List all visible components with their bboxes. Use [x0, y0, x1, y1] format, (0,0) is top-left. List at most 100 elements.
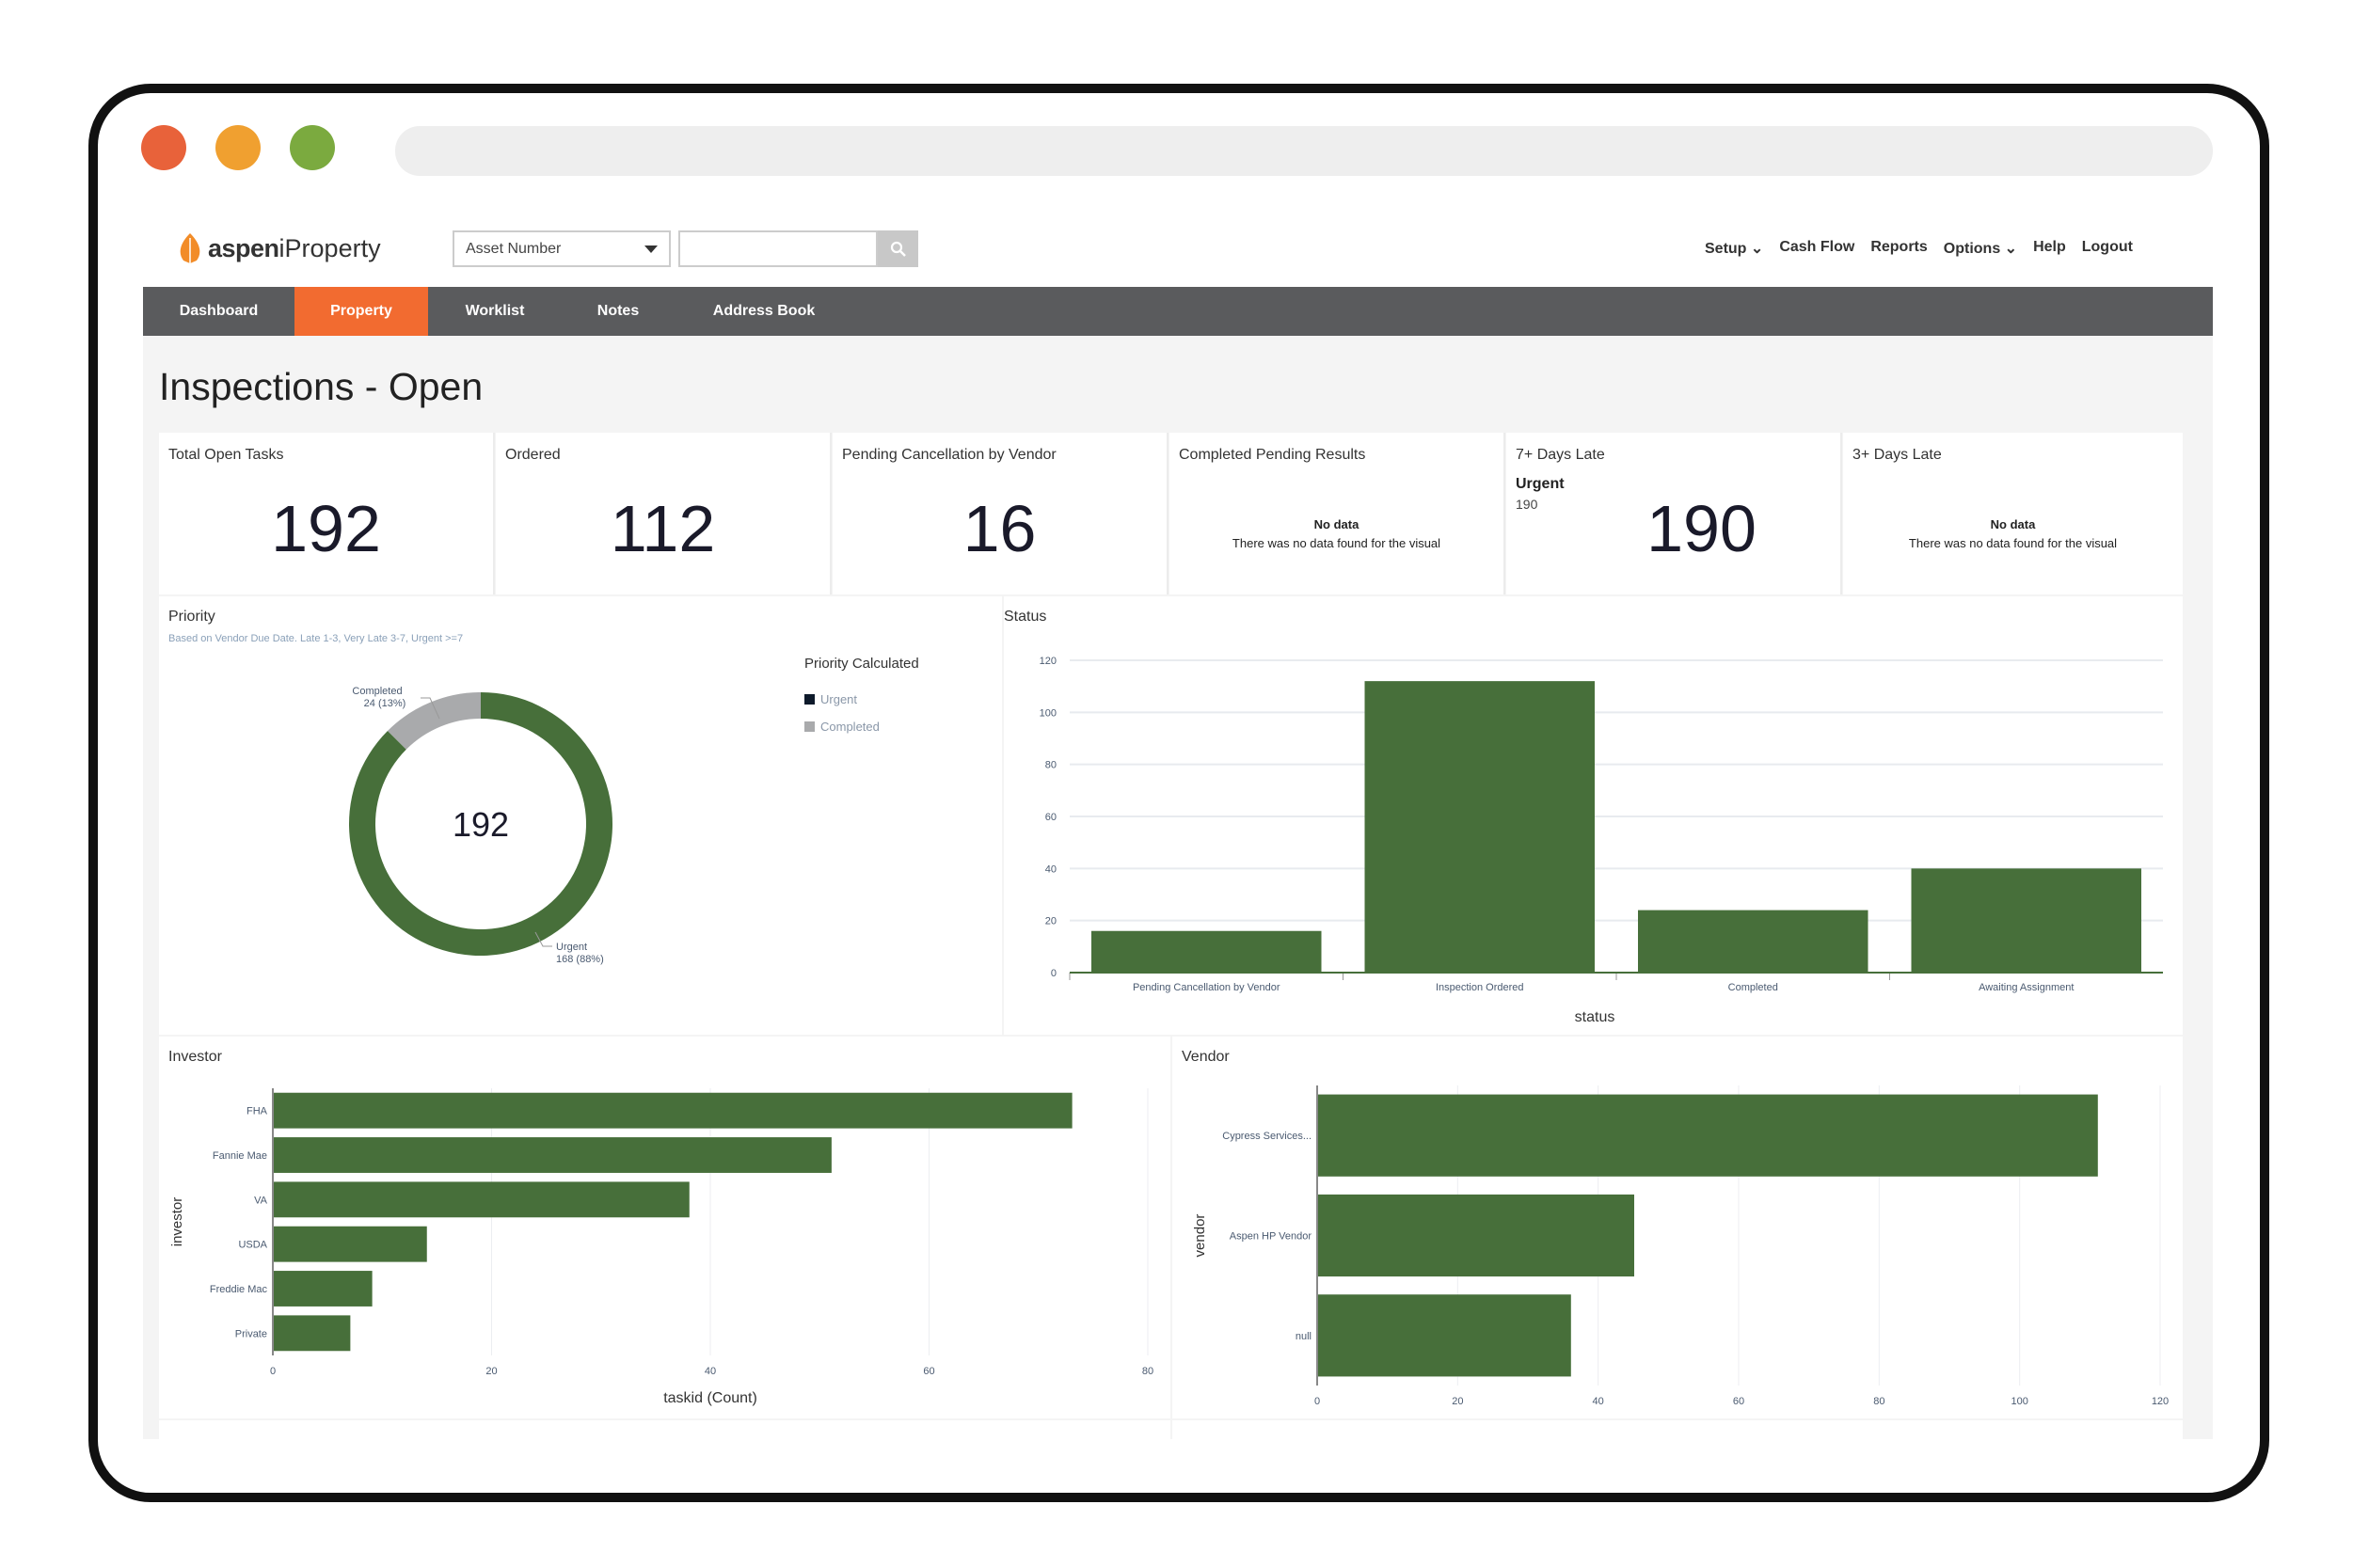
logo-text: iProperty [278, 233, 381, 262]
bar [1911, 868, 2141, 973]
slice-label-value: 168 (88%) [556, 954, 604, 965]
tab-property[interactable]: Property [294, 287, 428, 336]
bar [274, 1181, 690, 1218]
kpi-label: Ordered [505, 447, 561, 463]
nav-options[interactable]: Options ⌄ [1944, 239, 2017, 258]
next-panel-left [159, 1420, 1170, 1439]
x-tick-label: 80 [1142, 1366, 1153, 1377]
kpi-card-7-days-late: 7+ Days Late Urgent 190 190 [1506, 433, 1842, 594]
bar [274, 1092, 1073, 1129]
kpi-label: 7+ Days Late [1516, 447, 1605, 463]
no-data-text: There was no data found for the visual [1908, 536, 2118, 550]
nav-setup-label: Setup [1705, 241, 1747, 257]
y-tick-label: 20 [1045, 916, 1057, 927]
x-tick-label: Inspection Ordered [1436, 982, 1524, 993]
y-tick-label: Fannie Mae [213, 1150, 267, 1162]
bar [274, 1315, 351, 1352]
search-button[interactable] [878, 230, 918, 267]
vendor-panel: Vendor 0 20 40 60 80 100 120 Cypress Services...… [1172, 1037, 2183, 1418]
minimize-window-button[interactable] [215, 125, 261, 170]
search-type-select[interactable]: Asset Number [453, 230, 671, 267]
chevron-down-icon: ⌄ [1750, 241, 1764, 257]
y-tick-label: Aspen HP Vendor [1230, 1231, 1312, 1243]
kpi-sub-value: 190 [1516, 497, 1538, 512]
tab-dashboard[interactable]: Dashboard [143, 287, 294, 336]
status-panel: Status 0 20 40 60 80 100 120 Pending Cancellatio… [1004, 596, 2183, 1035]
logo-text-bold: aspen [208, 233, 279, 262]
chart-subtitle: Based on Vendor Due Date. Late 1-3, Very… [168, 633, 463, 644]
investor-panel: Investor 0 20 40 60 80 FHA Fannie Mae VA USDA Fred… [159, 1037, 1170, 1418]
x-tick-label: 60 [923, 1366, 934, 1377]
caret-down-icon [644, 245, 658, 253]
x-tick-label: 0 [270, 1366, 276, 1377]
kpi-card-3-days-late: 3+ Days Late No data There was no data fo… [1843, 433, 2183, 594]
search-icon [890, 241, 906, 257]
legend-swatch [804, 694, 815, 705]
bar [1318, 1194, 1634, 1277]
bar [1638, 910, 1868, 973]
nav-logout[interactable]: Logout [2082, 239, 2133, 258]
donut-center-label: 192 [453, 805, 509, 844]
x-axis-label: status [1575, 1009, 1615, 1025]
tab-address-book[interactable]: Address Book [675, 287, 853, 336]
aspen-leaf-icon [180, 233, 200, 263]
y-tick-label: null [1296, 1331, 1312, 1342]
investor-bar-chart: Investor 0 20 40 60 80 FHA Fannie Mae VA USDA Fred… [168, 1049, 1153, 1406]
status-bar-chart: Status 0 20 40 60 80 100 120 Pending Cancellatio… [1004, 609, 2163, 1025]
tab-worklist[interactable]: Worklist [428, 287, 562, 336]
y-tick-label: USDA [238, 1240, 267, 1251]
search-type-value: Asset Number [466, 241, 562, 257]
nav-help[interactable]: Help [2033, 239, 2066, 258]
y-tick-label: 40 [1045, 863, 1057, 875]
y-tick-label: 100 [1040, 707, 1057, 719]
no-data-message: No data There was no data found for the v… [1843, 515, 2183, 553]
kpi-card-ordered: Ordered 112 [496, 433, 832, 594]
y-axis-label: vendor [1192, 1214, 1208, 1258]
page-title: Inspections - Open [159, 365, 484, 408]
kpi-label: Pending Cancellation by Vendor [842, 447, 1057, 463]
kpi-label: Completed Pending Results [1179, 447, 1366, 463]
address-bar[interactable] [395, 126, 2213, 176]
nav-setup[interactable]: Setup ⌄ [1705, 239, 1763, 258]
legend-swatch [804, 721, 815, 732]
y-tick-label: Private [235, 1328, 267, 1339]
kpi-value: 16 [962, 492, 1037, 565]
no-data-message: No data There was no data found for the v… [1169, 515, 1503, 553]
legend-item: Urgent [820, 692, 857, 706]
x-tick-label: 60 [1733, 1396, 1744, 1407]
kpi-value: 192 [271, 492, 381, 565]
y-tick-label: 0 [1051, 968, 1057, 979]
bar [274, 1271, 373, 1307]
chevron-down-icon: ⌄ [2004, 241, 2018, 257]
top-nav: Setup ⌄ Cash Flow Reports Options ⌄ Help… [1705, 239, 2133, 258]
slice-label-name: Urgent [556, 942, 587, 953]
bar [1091, 930, 1322, 973]
vendor-bar-chart: Vendor 0 20 40 60 80 100 120 Cypress Services...… [1182, 1049, 2169, 1407]
bar [1318, 1094, 2098, 1177]
maximize-window-button[interactable] [290, 125, 335, 170]
logo[interactable]: aspeniProperty [176, 232, 381, 264]
y-tick-label: 60 [1045, 812, 1057, 823]
priority-panel: Priority Based on Vendor Due Date. Late 1… [159, 596, 1002, 1035]
close-window-button[interactable] [141, 125, 186, 170]
chart-title: Status [1004, 609, 1046, 625]
slice-label-value: 24 (13%) [364, 698, 406, 709]
chart-title: Investor [168, 1049, 223, 1065]
legend-item: Completed [820, 720, 880, 734]
y-tick-label: Freddie Mac [210, 1284, 268, 1295]
slice-label-name: Completed [352, 686, 402, 697]
x-tick-label: 120 [2152, 1396, 2169, 1407]
y-tick-label: Cypress Services... [1222, 1131, 1312, 1142]
tab-notes[interactable]: Notes [562, 287, 675, 336]
kpi-card-pending-cancellation: Pending Cancellation by Vendor 16 [833, 433, 1169, 594]
x-tick-label: 0 [1314, 1396, 1320, 1407]
y-tick-label: 120 [1040, 656, 1057, 667]
no-data-title: No data [1990, 517, 2036, 531]
nav-options-label: Options [1943, 241, 2001, 257]
x-tick-label: Pending Cancellation by Vendor [1133, 982, 1280, 993]
search-input[interactable] [678, 230, 878, 267]
nav-reports[interactable]: Reports [1870, 239, 1927, 258]
kpi-value: 190 [1646, 492, 1757, 565]
nav-cash-flow[interactable]: Cash Flow [1779, 239, 1854, 258]
legend-title: Priority Calculated [804, 656, 919, 672]
